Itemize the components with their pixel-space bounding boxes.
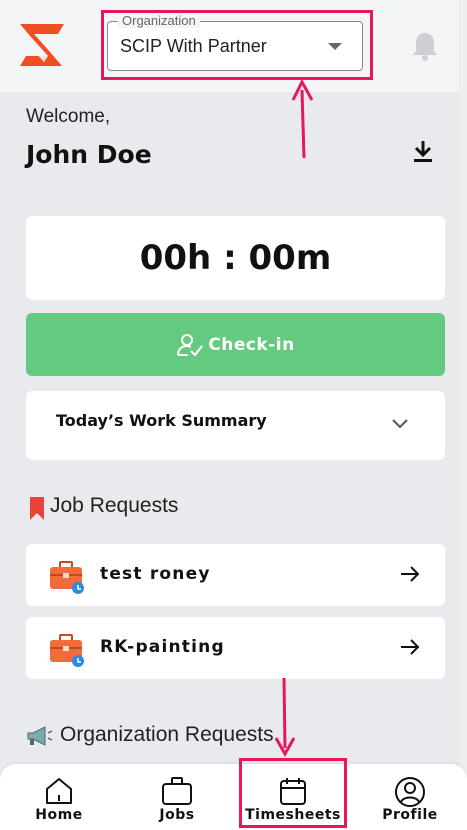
home-icon <box>46 778 72 804</box>
job-request-label: test roney <box>100 564 211 584</box>
timer-display: 00h : 00m <box>139 238 332 278</box>
annotation-arrow-down <box>274 677 296 758</box>
bookmark-icon <box>30 497 44 520</box>
job-request-item[interactable]: test roney <box>26 544 445 606</box>
nav-item-profile[interactable]: Profile <box>372 764 448 830</box>
user-check-icon <box>177 334 204 357</box>
user-circle-icon <box>395 777 425 807</box>
megaphone-icon <box>27 726 53 746</box>
job-request-item[interactable]: RK-painting <box>26 617 445 679</box>
timesheets-annotation-box <box>239 758 347 828</box>
annotation-arrow-up <box>291 78 314 159</box>
bell-icon[interactable] <box>410 30 440 62</box>
user-name: John Doe <box>26 140 152 169</box>
job-request-label: RK-painting <box>100 637 225 657</box>
download-icon[interactable] <box>410 138 436 164</box>
nav-item-jobs[interactable]: Jobs <box>140 764 214 830</box>
organization-annotation-box <box>101 10 373 80</box>
welcome-greeting: Welcome, <box>26 106 111 127</box>
nav-label-profile: Profile <box>382 807 438 823</box>
main-content <box>0 92 459 830</box>
brand-logo-icon[interactable] <box>16 22 68 68</box>
arrow-right-icon[interactable] <box>399 564 421 584</box>
briefcase-icon <box>50 634 84 667</box>
briefcase-icon <box>162 777 192 805</box>
work-summary-title: Today’s Work Summary <box>56 411 267 430</box>
job-requests-title: Job Requests <box>50 494 179 517</box>
arrow-right-icon[interactable] <box>399 637 421 657</box>
timer-card: 00h : 00m <box>26 216 445 300</box>
nav-label-jobs: Jobs <box>159 807 195 823</box>
scrollbar[interactable] <box>459 0 467 830</box>
check-in-button[interactable]: Check-in <box>26 313 445 376</box>
check-in-label: Check-in <box>208 335 295 355</box>
chevron-down-icon[interactable] <box>391 416 409 430</box>
organization-requests-title: Organization Requests <box>60 723 274 746</box>
bottom-navigation: Home Jobs Timesheets Profile <box>0 764 467 830</box>
work-summary-card[interactable]: Today’s Work Summary <box>26 391 445 460</box>
nav-label-home: Home <box>35 807 83 823</box>
briefcase-icon <box>50 561 84 594</box>
nav-item-home[interactable]: Home <box>22 764 96 830</box>
